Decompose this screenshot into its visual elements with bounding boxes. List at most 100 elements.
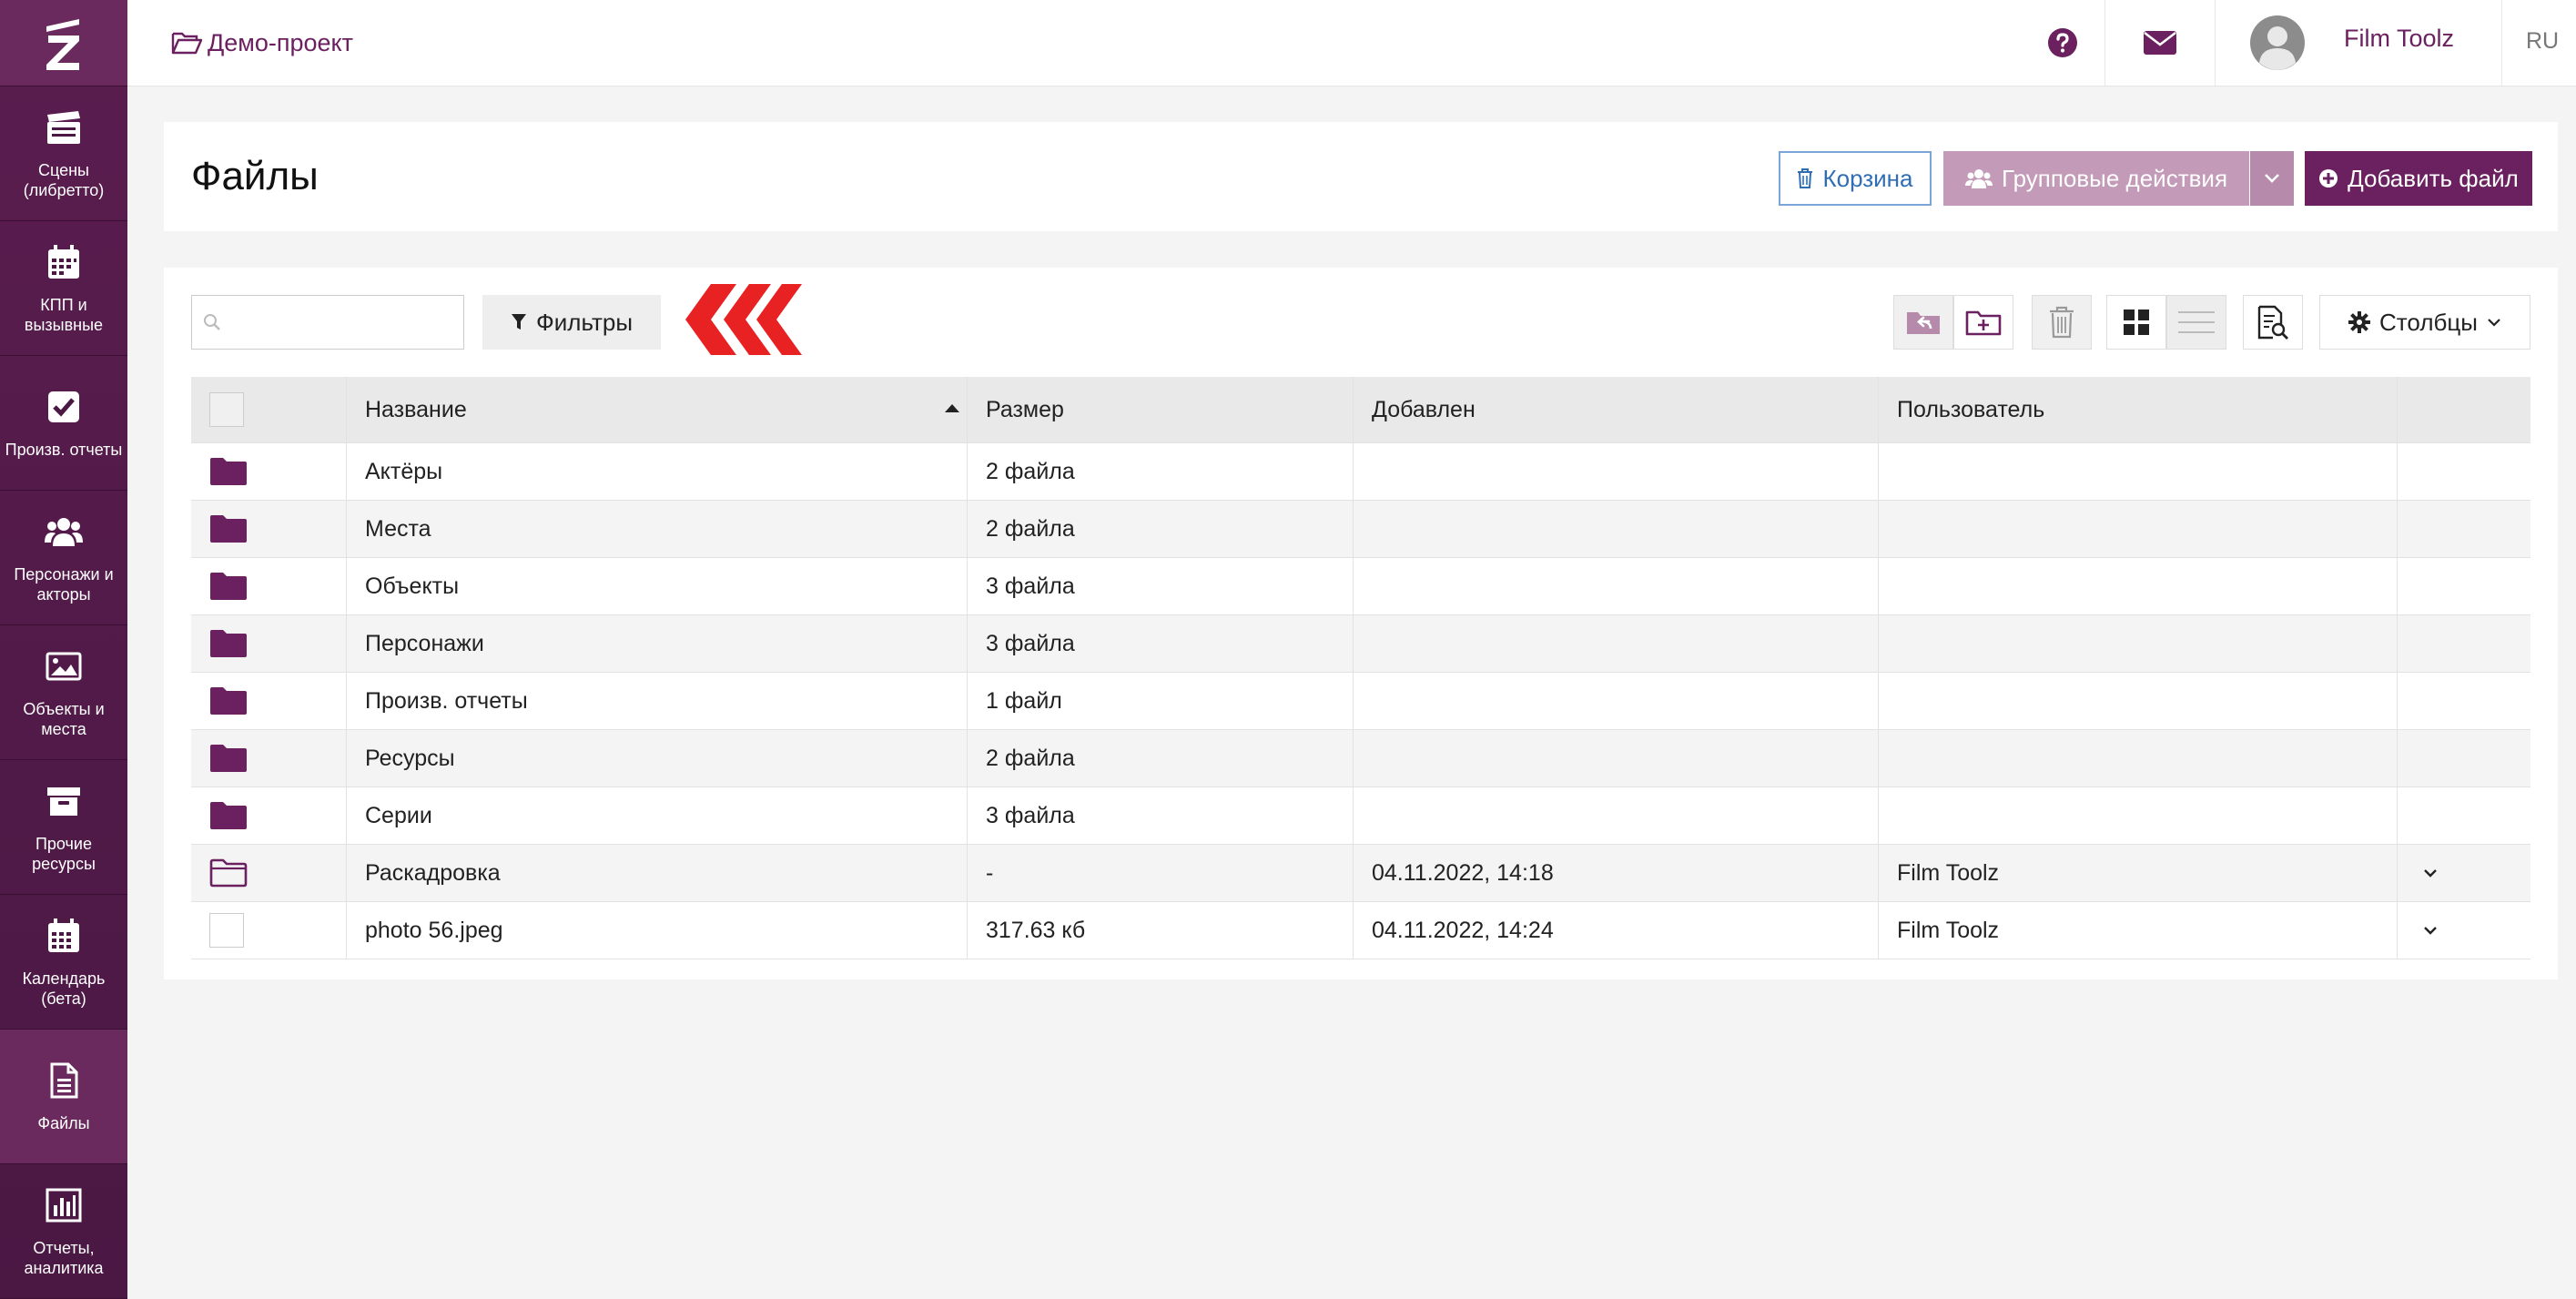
column-header-label: Название: [365, 396, 467, 422]
row-actions-cell[interactable]: [2397, 845, 2530, 901]
folder-icon: [210, 458, 247, 485]
file-name: Персонажи: [365, 630, 484, 656]
messages-button[interactable]: [2107, 0, 2212, 86]
file-user: Film Toolz: [1897, 859, 2000, 886]
table-row[interactable]: photo 56.jpeg 317.63 кб 04.11.2022, 14:24 F…: [191, 902, 2530, 959]
cell-name[interactable]: Объекты: [346, 558, 967, 614]
list-view-button[interactable]: [2166, 295, 2226, 350]
sidebar-item-label: Прочие ресурсы: [32, 834, 96, 873]
sidebar-item-resources[interactable]: Прочие ресурсы: [0, 760, 127, 895]
grid-view-button[interactable]: [2106, 295, 2166, 350]
select-all-cell: [191, 377, 346, 442]
sidebar-item-scenes[interactable]: Сцены (либретто): [0, 86, 127, 221]
delete-button[interactable]: [2032, 295, 2092, 350]
columns-button[interactable]: Столбцы: [2319, 295, 2530, 350]
add-file-button[interactable]: Добавить файл: [2305, 151, 2532, 206]
table-row[interactable]: Серии 3 файла: [191, 787, 2530, 845]
cell-name[interactable]: photo 56.jpeg: [346, 902, 967, 959]
folder-icon: [210, 515, 247, 543]
row-icon-cell: [191, 730, 346, 787]
preview-button[interactable]: [2243, 295, 2303, 350]
topbar-divider: [2215, 0, 2216, 86]
file-size: 317.63 кб: [986, 917, 1086, 943]
cell-added: [1353, 501, 1878, 557]
trash-button[interactable]: Корзина: [1779, 151, 1932, 206]
sidebar-item-files[interactable]: Файлы: [0, 1030, 127, 1164]
sidebar-item-characters[interactable]: Персонажи и акторы: [0, 491, 127, 625]
table-row[interactable]: Места 2 файла: [191, 501, 2530, 558]
cell-added: [1353, 443, 1878, 500]
user-name[interactable]: Film Toolz: [2344, 0, 2454, 76]
row-icon-cell: [191, 615, 346, 672]
cell-size: 3 файла: [967, 615, 1353, 672]
cell-user: [1878, 501, 2397, 557]
page-title: Файлы: [191, 154, 319, 198]
column-header-name[interactable]: Название: [346, 377, 967, 442]
new-folder-button[interactable]: [1953, 295, 2013, 350]
file-name: Произв. отчеты: [365, 687, 528, 714]
plus-circle-icon: [2319, 169, 2338, 188]
column-header-added[interactable]: Добавлен: [1353, 377, 1878, 442]
row-icon-cell: [191, 558, 346, 614]
chevron-down-icon: [2424, 869, 2437, 878]
cell-name[interactable]: Произв. отчеты: [346, 673, 967, 729]
folder-outline-icon: [209, 858, 248, 888]
calendar-icon: [48, 244, 79, 279]
table-row[interactable]: Персонажи 3 файла: [191, 615, 2530, 673]
filter-icon: [511, 314, 526, 330]
file-size: 2 файла: [986, 745, 1075, 771]
folder-open-icon: [171, 32, 202, 55]
table-body: Актёры 2 файла Места 2 файла Объекты 3 файла П…: [191, 443, 2530, 959]
table-row[interactable]: Объекты 3 файла: [191, 558, 2530, 615]
sidebar-item-label: Календарь (бета): [22, 969, 106, 1008]
envelope-icon: [2143, 31, 2176, 55]
sidebar-item-reports[interactable]: Произв. отчеты: [0, 356, 127, 491]
select-all-checkbox[interactable]: [209, 392, 244, 427]
group-actions-button[interactable]: Групповые действия: [1943, 151, 2249, 206]
row-icon-cell: [191, 845, 346, 901]
file-icon: [50, 1062, 78, 1098]
table-row[interactable]: Актёры 2 файла: [191, 443, 2530, 501]
search-icon: [204, 314, 220, 330]
file-size: 3 файла: [986, 630, 1075, 656]
help-button[interactable]: [2030, 0, 2095, 86]
cell-added: 04.11.2022, 14:18: [1353, 845, 1878, 901]
column-header-size[interactable]: Размер: [967, 377, 1353, 442]
row-actions-cell: [2397, 673, 2530, 729]
table-row[interactable]: Раскадровка - 04.11.2022, 14:18 Film Toolz: [191, 845, 2530, 902]
cell-name[interactable]: Серии: [346, 787, 967, 844]
folder-icon: [210, 802, 247, 829]
search-box[interactable]: [191, 295, 464, 350]
search-input[interactable]: [230, 309, 443, 336]
row-checkbox[interactable]: [209, 913, 244, 948]
cell-name[interactable]: Раскадровка: [346, 845, 967, 901]
row-actions-cell[interactable]: [2397, 902, 2530, 959]
cell-name[interactable]: Актёры: [346, 443, 967, 500]
column-header-user[interactable]: Пользователь: [1878, 377, 2397, 442]
project-breadcrumb[interactable]: Демо-проект: [171, 0, 353, 86]
group-actions-dropdown[interactable]: [2250, 151, 2294, 206]
folder-icon: [210, 573, 247, 600]
sidebar-item-analytics[interactable]: Отчеты, аналитика: [0, 1164, 127, 1299]
table-row[interactable]: Произв. отчеты 1 файл: [191, 673, 2530, 730]
sidebar-item-calendar[interactable]: Календарь (бета): [0, 895, 127, 1030]
cell-name[interactable]: Персонажи: [346, 615, 967, 672]
cell-name[interactable]: Места: [346, 501, 967, 557]
avatar[interactable]: [2248, 0, 2307, 86]
topbar: Демо-проект Film Toolz RU: [127, 0, 2576, 86]
filters-label: Фильтры: [535, 308, 634, 336]
row-icon-cell: [191, 673, 346, 729]
column-header-label: Пользователь: [1897, 396, 2045, 422]
table-row[interactable]: Ресурсы 2 файла: [191, 730, 2530, 787]
sidebar-item-label: Объекты и места: [23, 699, 105, 738]
filters-button[interactable]: Фильтры: [482, 295, 661, 350]
sidebar-item-objects[interactable]: Объекты и места: [0, 625, 127, 760]
app-logo[interactable]: [0, 0, 127, 86]
language-switch[interactable]: RU: [2526, 0, 2559, 82]
sidebar-item-label: Произв. отчеты: [5, 440, 123, 459]
trash-icon: [1798, 168, 1813, 188]
cell-size: -: [967, 845, 1353, 901]
sidebar-item-callsheets[interactable]: КПП и вызывные: [0, 221, 127, 356]
cell-name[interactable]: Ресурсы: [346, 730, 967, 787]
move-up-folder-button[interactable]: [1893, 295, 1953, 350]
